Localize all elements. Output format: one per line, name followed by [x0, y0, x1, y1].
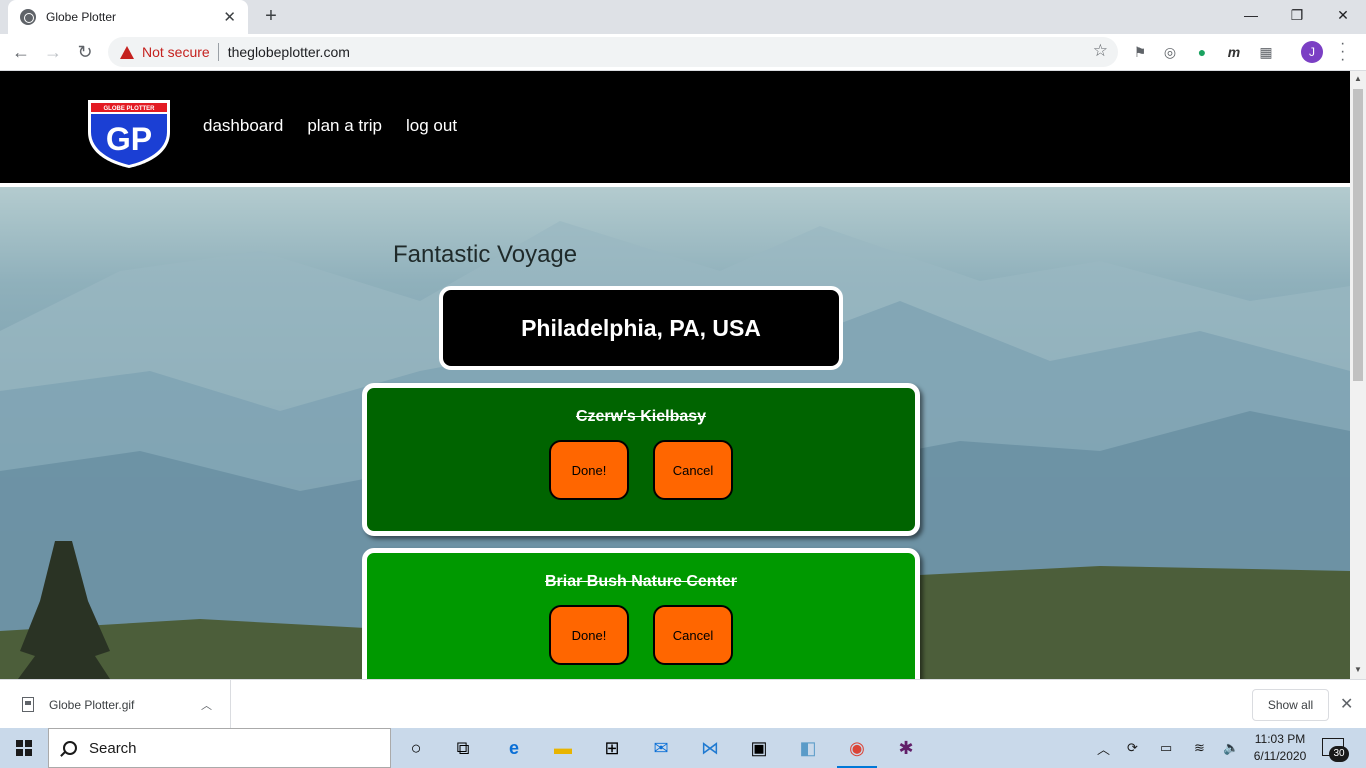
close-icon[interactable]: ✕: [1340, 694, 1353, 714]
nav-logout-link[interactable]: log out: [406, 116, 457, 136]
minimize-button[interactable]: —: [1228, 0, 1274, 30]
slack-icon[interactable]: ✱: [892, 734, 920, 762]
activity-name: Briar Bush Nature Center: [544, 573, 738, 590]
scroll-up-icon[interactable]: ▲: [1353, 74, 1363, 83]
tab-strip: Globe Plotter ✕ + — ❐ ✕: [0, 0, 1366, 34]
extension-grid-icon[interactable]: ▦: [1256, 42, 1276, 62]
search-icon: [63, 741, 77, 755]
logo-caption: GLOBE PLOTTER: [104, 106, 156, 112]
mail-icon[interactable]: ✉: [647, 734, 675, 762]
windows-logo-icon: [16, 740, 32, 756]
nav-plan-trip-link[interactable]: plan a trip: [307, 116, 382, 136]
show-hidden-icons-chevron-icon[interactable]: ︿: [1097, 728, 1110, 768]
start-button[interactable]: [0, 728, 48, 768]
battery-icon[interactable]: ▭: [1160, 728, 1172, 768]
search-placeholder: Search: [89, 739, 137, 757]
divider: [217, 43, 219, 61]
edge-icon[interactable]: e: [500, 734, 528, 762]
forward-arrow-icon[interactable]: →: [40, 39, 66, 65]
extension-icon[interactable]: m: [1224, 42, 1244, 62]
extension-icon[interactable]: ⚑: [1130, 42, 1150, 62]
system-clock[interactable]: 11:03 PM 6/11/2020: [1250, 731, 1310, 765]
volume-icon[interactable]: 🔈: [1223, 728, 1239, 768]
cortana-icon[interactable]: ○: [402, 734, 430, 762]
bookmark-star-icon[interactable]: ☆: [1093, 41, 1108, 61]
url-text[interactable]: theglobeplotter.com: [228, 44, 350, 60]
task-view-icon[interactable]: ⧉: [449, 734, 477, 762]
profile-avatar[interactable]: J: [1301, 41, 1323, 63]
page-scrollbar[interactable]: ▲ ▼: [1350, 71, 1366, 679]
store-icon[interactable]: ⊞: [598, 734, 626, 762]
terminal-icon[interactable]: ▣: [745, 734, 773, 762]
menu-dots-icon[interactable]: · · ·: [1340, 36, 1345, 68]
done-button[interactable]: Done!: [549, 440, 629, 500]
tab-close-icon[interactable]: ✕: [223, 8, 236, 26]
chrome-icon[interactable]: ◉: [843, 734, 871, 762]
download-file-name: Globe Plotter.gif: [49, 697, 135, 712]
page-viewport: GLOBE PLOTTER GP dashboard plan a trip l…: [0, 71, 1350, 679]
tab-title: Globe Plotter: [46, 10, 117, 24]
city-name: Philadelphia, PA, USA: [521, 314, 761, 341]
activity-card: Czerw's Kielbasy Done! Cancel: [362, 383, 920, 536]
security-label[interactable]: Not secure: [142, 44, 210, 60]
notification-count-badge: 30: [1329, 746, 1349, 762]
new-tab-button[interactable]: +: [259, 4, 283, 28]
site-nav: dashboard plan a trip log out: [203, 116, 457, 136]
chevron-up-icon[interactable]: ︿: [201, 697, 212, 713]
file-explorer-icon[interactable]: ▬: [549, 734, 577, 762]
extension-icon[interactable]: ●: [1192, 42, 1212, 62]
activity-card: Briar Bush Nature Center Done! Cancel: [362, 548, 920, 679]
trip-title: Fantastic Voyage: [393, 241, 578, 268]
browser-toolbar: ← → ↻ Not secure theglobeplotter.com ☆ ⚑…: [0, 34, 1366, 71]
cancel-button[interactable]: Cancel: [653, 440, 733, 500]
clock-time: 11:03 PM: [1254, 732, 1306, 746]
nav-dashboard-link[interactable]: dashboard: [203, 116, 283, 136]
browser-tab[interactable]: Globe Plotter ✕: [8, 0, 248, 34]
window-close-button[interactable]: ✕: [1320, 0, 1366, 30]
app-icon[interactable]: ◧: [794, 734, 822, 762]
globe-icon: [20, 9, 36, 25]
warning-icon: [120, 45, 134, 59]
scroll-down-icon[interactable]: ▼: [1353, 665, 1363, 674]
windows-taskbar: Search ○ ⧉ e ▬ ⊞ ✉ ⋈ ▣ ◧ ◉ ✱ ︿ ⟳ ▭ ≋ 🔈 1…: [0, 728, 1366, 768]
wifi-icon[interactable]: ≋: [1194, 728, 1205, 768]
file-icon: [22, 697, 34, 712]
scroll-thumb[interactable]: [1353, 89, 1363, 381]
logo-monogram: GP: [106, 121, 152, 157]
site-header: GLOBE PLOTTER GP dashboard plan a trip l…: [0, 71, 1350, 187]
reload-icon[interactable]: ↻: [72, 39, 98, 65]
activity-actions: Done! Cancel: [367, 605, 915, 665]
network-sync-icon[interactable]: ⟳: [1127, 728, 1138, 768]
address-bar[interactable]: Not secure theglobeplotter.com ☆: [108, 37, 1118, 67]
cancel-button[interactable]: Cancel: [653, 605, 733, 665]
vscode-icon[interactable]: ⋈: [696, 734, 724, 762]
restore-button[interactable]: ❐: [1274, 0, 1320, 30]
clock-date: 6/11/2020: [1253, 749, 1307, 763]
download-bar: Globe Plotter.gif ︿ Show all ✕: [0, 679, 1366, 729]
city-heading: Philadelphia, PA, USA: [439, 286, 843, 370]
back-arrow-icon[interactable]: ←: [8, 39, 34, 65]
download-item[interactable]: Globe Plotter.gif ︿: [0, 680, 231, 729]
globe-plotter-logo[interactable]: GLOBE PLOTTER GP: [85, 98, 173, 168]
activity-actions: Done! Cancel: [367, 440, 915, 500]
show-all-button[interactable]: Show all: [1252, 689, 1329, 721]
done-button[interactable]: Done!: [549, 605, 629, 665]
activity-name: Czerw's Kielbasy: [575, 408, 707, 425]
taskbar-search[interactable]: Search: [48, 728, 391, 768]
extension-icon[interactable]: ◎: [1160, 42, 1180, 62]
